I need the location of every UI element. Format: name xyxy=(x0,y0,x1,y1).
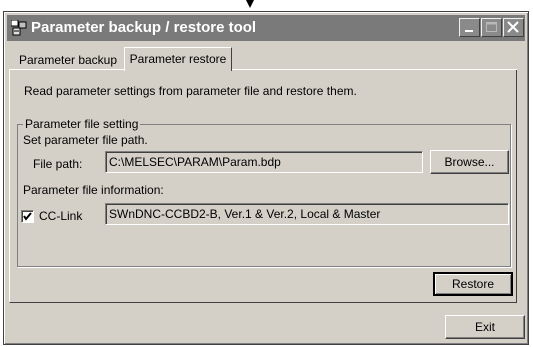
file-path-label: File path: xyxy=(33,157,83,171)
maximize-button[interactable] xyxy=(481,18,502,37)
tab-label: Parameter restore xyxy=(129,52,227,66)
window-title: Parameter backup / restore tool xyxy=(31,19,257,36)
minimize-icon xyxy=(465,30,473,32)
tab-label: Parameter backup xyxy=(18,53,118,67)
cclink-checkbox[interactable] xyxy=(21,210,34,223)
description-text: Read parameter settings from parameter f… xyxy=(24,84,357,98)
file-info-label: Parameter file information: xyxy=(23,183,164,197)
exit-button[interactable]: Exit xyxy=(445,315,525,339)
set-path-label: Set parameter file path. xyxy=(23,133,148,147)
restore-button[interactable]: Restore xyxy=(433,272,513,296)
app-icon xyxy=(10,19,27,36)
tab-parameter-backup[interactable]: Parameter backup xyxy=(13,51,123,70)
group-legend: Parameter file setting xyxy=(23,117,141,131)
maximize-icon xyxy=(486,22,497,32)
close-button[interactable] xyxy=(503,18,524,37)
cclink-label: CC-Link xyxy=(39,209,83,223)
minimize-button[interactable] xyxy=(459,18,480,37)
close-icon xyxy=(507,21,519,33)
cclink-info-field: SWnDNC-CCBD2-B, Ver.1 & Ver.2, Local & M… xyxy=(105,203,509,225)
tab-parameter-restore[interactable]: Parameter restore xyxy=(124,47,232,71)
pointer-arrow-icon xyxy=(246,0,254,8)
file-path-field[interactable]: C:\MELSEC\PARAM\Param.bdp xyxy=(105,151,423,173)
title-bar[interactable]: Parameter backup / restore tool xyxy=(7,15,525,41)
checkmark-icon xyxy=(23,212,32,221)
browse-button[interactable]: Browse... xyxy=(430,150,509,174)
